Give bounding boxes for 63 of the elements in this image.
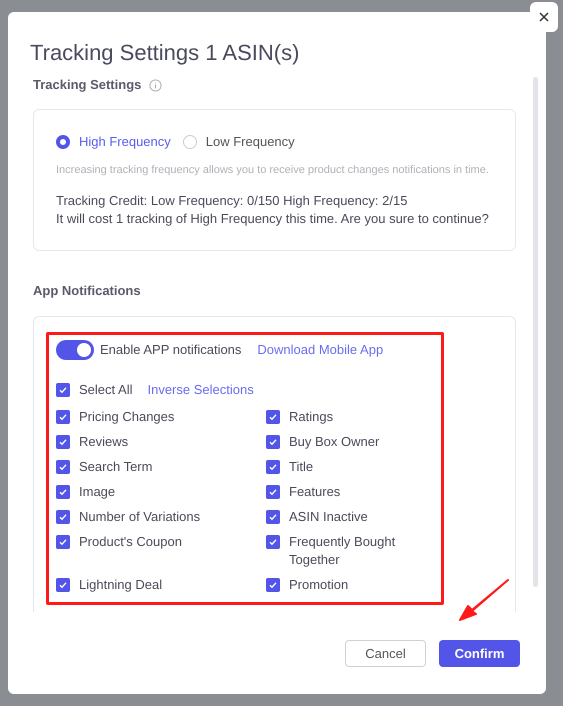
check-icon (58, 384, 68, 395)
info-icon (149, 78, 162, 92)
check-icon (268, 536, 278, 546)
credit-text: Tracking Credit: Low Frequency: 0/150 High Frequency: 2/15 (56, 192, 408, 210)
checkbox[interactable] (266, 510, 280, 524)
checkbox[interactable] (56, 434, 70, 448)
section-heading: App Notifications (33, 282, 142, 300)
dialog-title: Tracking Settings 1 ASIN(s) (30, 39, 300, 67)
checkbox[interactable] (56, 578, 70, 592)
check-icon (58, 486, 68, 496)
check-icon (268, 462, 278, 472)
checkbox[interactable] (56, 510, 70, 524)
check-icon (58, 462, 68, 472)
check-icon (268, 412, 278, 422)
frequency-radio[interactable]: Low Frequency (182, 132, 295, 152)
checkbox-label: Ratings (289, 408, 334, 426)
toggle-switch[interactable] (56, 340, 94, 360)
checkbox-label: Title (289, 458, 314, 476)
check-icon (268, 512, 278, 522)
checkbox-label: Promotion (289, 576, 348, 594)
checkbox[interactable] (266, 410, 280, 424)
checkbox-label: Number of Variations (79, 508, 200, 526)
checkbox-label: Features (289, 482, 340, 500)
scrollbar[interactable] (533, 77, 538, 587)
checkbox-label: Buy Box Owner (289, 432, 380, 450)
check-icon (268, 580, 278, 590)
frequency-radio[interactable]: High Frequency (56, 132, 171, 152)
check-icon (58, 580, 68, 590)
checkbox-label: ASIN Inactive (289, 508, 368, 526)
checkbox[interactable] (56, 460, 70, 474)
hint-text: Increasing tracking frequency allows you to receive product changes notifications in time. (56, 162, 490, 178)
arrow-annotation (458, 578, 510, 622)
checkbox-label: Search Term (79, 458, 152, 476)
inverse-selection-link[interactable]: Inverse Selections (147, 380, 254, 400)
checkbox[interactable] (56, 484, 70, 498)
checkbox-label: Image (79, 482, 116, 500)
check-icon (58, 536, 68, 546)
checkbox-label: Product's Coupon (79, 532, 182, 550)
check-icon (58, 412, 68, 422)
checkbox-label: Lightning Deal (79, 576, 162, 594)
check-icon (268, 436, 278, 446)
checkbox-label: Reviews (79, 432, 128, 450)
checkbox[interactable] (266, 578, 280, 592)
close-icon (539, 12, 549, 22)
section-heading: Tracking Settings (33, 76, 142, 94)
checkbox-label: Pricing Changes (79, 408, 174, 426)
checkbox-label: Select All (79, 381, 132, 399)
cancel-button[interactable]: Cancel (345, 640, 426, 667)
checkbox[interactable] (56, 534, 70, 548)
checkbox[interactable] (56, 410, 70, 424)
check-icon (58, 436, 68, 446)
confirm-note: It will cost 1 tracking of High Frequency this time. Are you sure to continue? (56, 210, 490, 228)
confirm-button[interactable]: Confirm (439, 640, 520, 667)
checkbox-label: Frequently Bought Together (289, 532, 396, 568)
check-icon (268, 486, 278, 496)
checkbox[interactable] (56, 382, 70, 397)
checkbox[interactable] (266, 460, 280, 474)
check-icon (58, 512, 68, 522)
checkbox[interactable] (266, 434, 280, 448)
checkbox[interactable] (266, 484, 280, 498)
download-link[interactable]: Download Mobile App (257, 340, 384, 360)
toggle-label: Enable APP notifications (100, 341, 242, 360)
checkbox[interactable] (266, 534, 280, 548)
